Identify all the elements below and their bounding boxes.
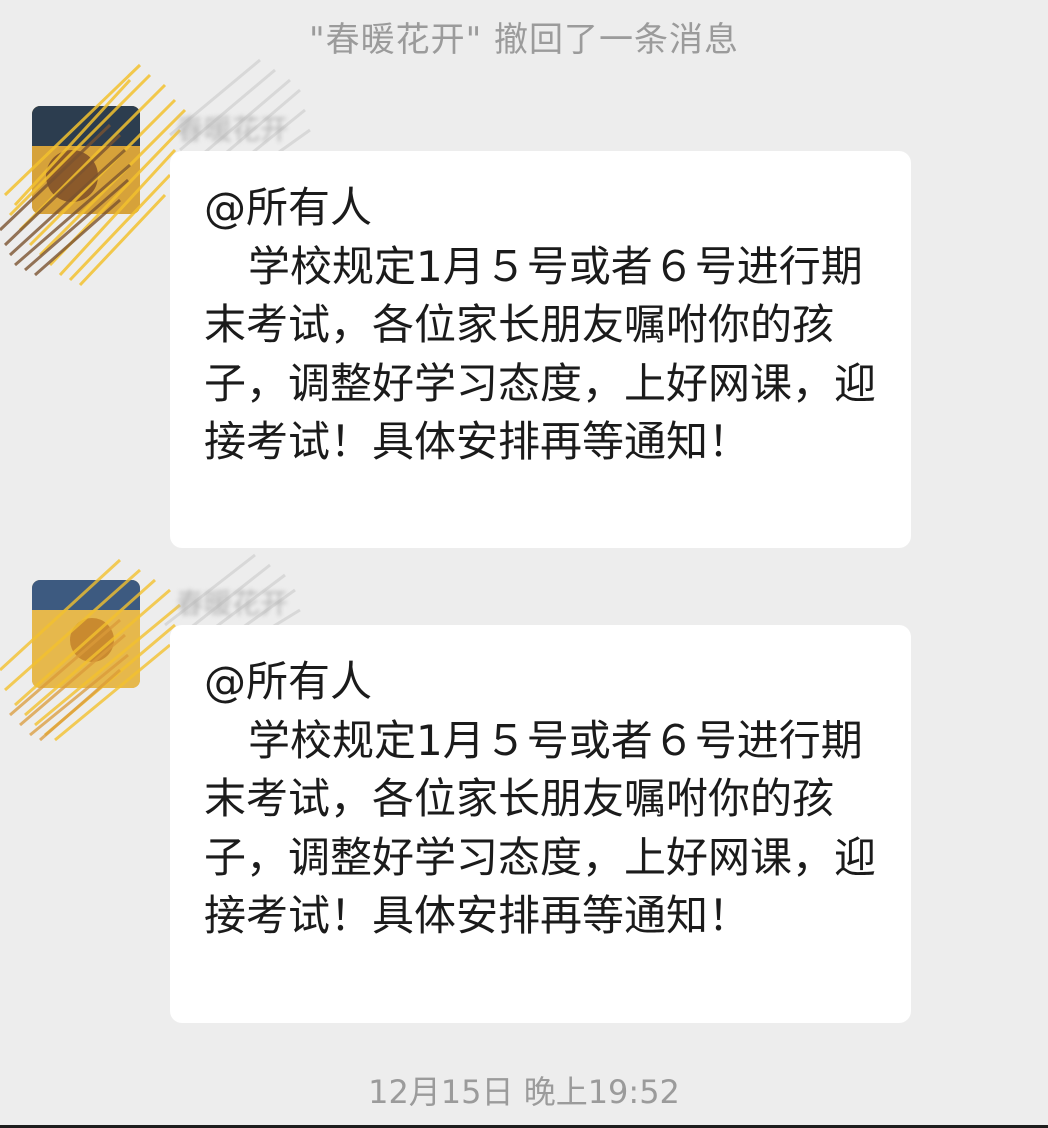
avatar[interactable] bbox=[32, 580, 140, 688]
mention-all: @所有人 bbox=[204, 183, 373, 232]
timestamp: 12月15日 晚上19:52 bbox=[368, 1073, 680, 1111]
sender-name: 春暖花开 bbox=[176, 587, 289, 620]
message-bubble[interactable]: @所有人 学校规定1月５号或者６号进行期末考试，各位家长朋友嘱咐你的孩子，调整好… bbox=[170, 625, 911, 1023]
chat-screen: "春暖花开" 撤回了一条消息 春暖花开 @所有人 学校规定1月５号或者６号进行期… bbox=[0, 0, 1048, 1128]
message-text: 学校规定1月５号或者６号进行期末考试，各位家长朋友嘱咐你的孩子，调整好学习态度，… bbox=[204, 715, 877, 941]
message-text: 学校规定1月５号或者６号进行期末考试，各位家长朋友嘱咐你的孩子，调整好学习态度，… bbox=[204, 241, 877, 467]
sender-name: 春暖花开 bbox=[176, 113, 289, 146]
message-bubble[interactable]: @所有人 学校规定1月５号或者６号进行期末考试，各位家长朋友嘱咐你的孩子，调整好… bbox=[170, 151, 911, 548]
avatar[interactable] bbox=[32, 106, 140, 214]
mention-all: @所有人 bbox=[204, 657, 373, 706]
recall-notice: "春暖花开" 撤回了一条消息 bbox=[308, 20, 740, 60]
